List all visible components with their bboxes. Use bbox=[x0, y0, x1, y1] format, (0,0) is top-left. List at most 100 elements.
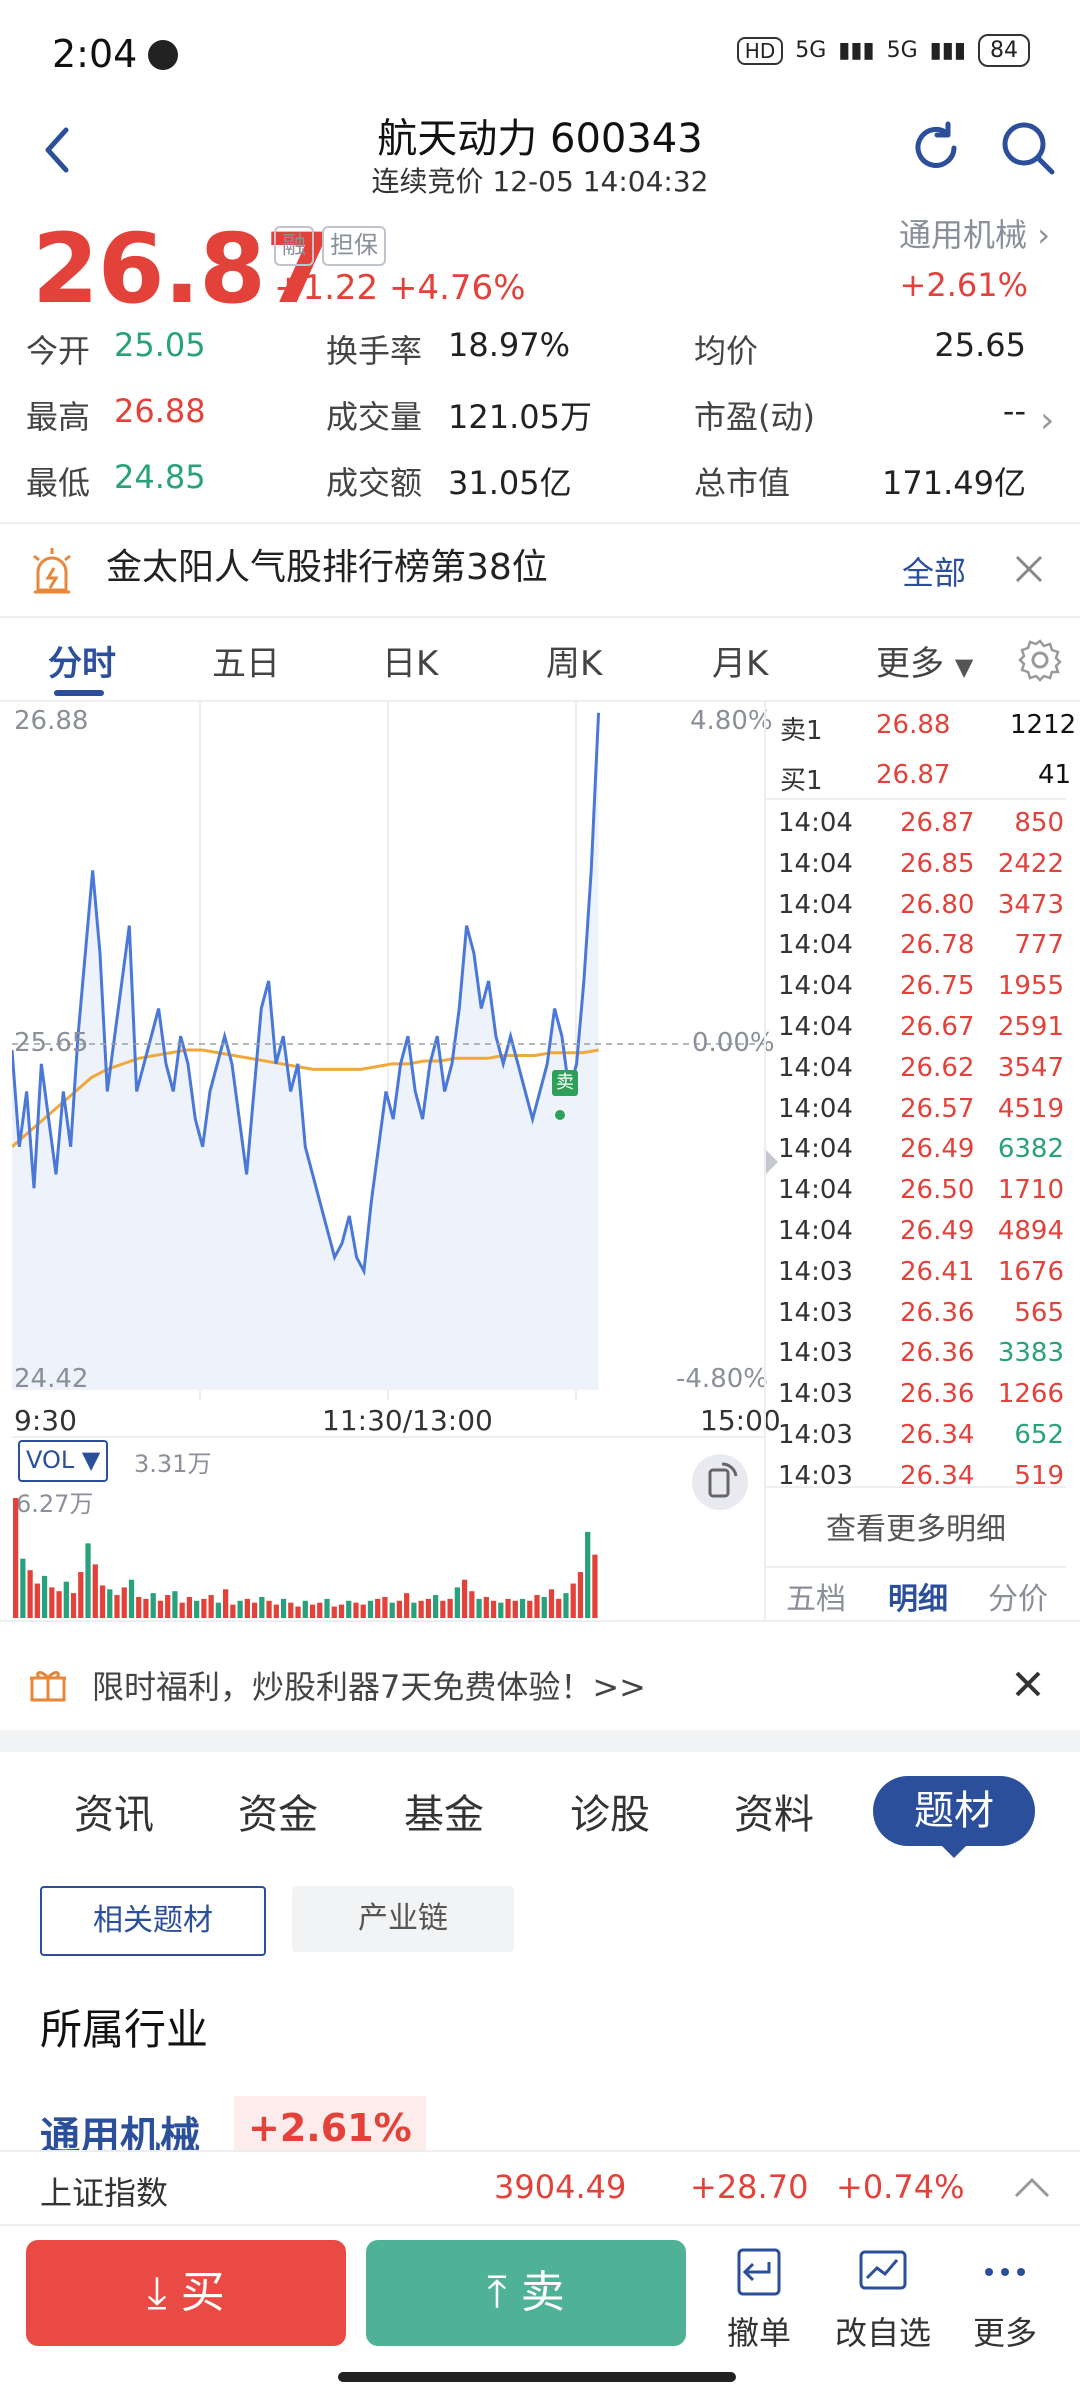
tab-price-distribution[interactable]: 分价 bbox=[988, 1574, 1048, 1618]
chevron-up-icon[interactable] bbox=[1012, 2174, 1052, 2200]
trade-time: 14:03 bbox=[778, 1420, 853, 1450]
intraday-price-chart[interactable] bbox=[12, 700, 764, 1400]
tab-capital[interactable]: 资金 bbox=[238, 1782, 318, 1840]
stat-value: 121.05万 bbox=[448, 398, 592, 436]
index-name: 上证指数 bbox=[40, 2174, 169, 2212]
trade-row: 14:04 26.50 1710 bbox=[778, 1169, 1064, 1210]
edit-watchlist-icon bbox=[859, 2250, 907, 2290]
panel-divider bbox=[764, 700, 766, 1620]
tab-more[interactable]: 更多 ▼ bbox=[876, 636, 973, 685]
cancel-order-button[interactable]: 撤单 bbox=[704, 2244, 814, 2354]
more-button[interactable]: 更多 bbox=[950, 2244, 1060, 2354]
industry-chain-chip[interactable]: 产业链 bbox=[292, 1886, 514, 1952]
close-promo-icon[interactable] bbox=[1014, 1670, 1042, 1698]
trade-row: 14:03 26.36 565 bbox=[778, 1292, 1064, 1333]
y-low-label: 24.42 bbox=[14, 1364, 89, 1394]
tab-monthly-k[interactable]: 月K bbox=[712, 636, 768, 685]
search-icon[interactable] bbox=[998, 118, 1058, 178]
settings-gear-icon[interactable] bbox=[1018, 638, 1062, 682]
volume-bar bbox=[585, 1531, 591, 1618]
status-icons: HD 5G ▮▮▮ 5G ▮▮▮ 84 bbox=[736, 34, 1030, 67]
tab-intraday[interactable]: 分时 bbox=[48, 636, 116, 685]
edit-watchlist-button[interactable]: 改自选 bbox=[828, 2244, 938, 2354]
volume-bar bbox=[280, 1598, 287, 1618]
volume-bar bbox=[194, 1600, 200, 1618]
banner-all-link[interactable]: 全部 bbox=[902, 548, 966, 594]
volume-bar bbox=[440, 1600, 446, 1618]
refresh-icon[interactable] bbox=[908, 120, 964, 176]
volume-bar bbox=[302, 1600, 308, 1618]
close-icon[interactable] bbox=[1014, 554, 1044, 584]
trade-time: 14:03 bbox=[778, 1297, 853, 1328]
index-pct: +0.74% bbox=[836, 2168, 965, 2206]
trade-time: 14:04 bbox=[778, 1012, 853, 1042]
price-change: +1.22 +4.76% bbox=[274, 268, 526, 308]
sell-button[interactable]: ⤒ 卖 bbox=[366, 2240, 686, 2346]
trade-time: 14:04 bbox=[778, 889, 853, 920]
price-area-fill bbox=[12, 712, 599, 1390]
volume-bar bbox=[346, 1600, 352, 1618]
trade-time: 14:04 bbox=[778, 1134, 853, 1165]
trade-price: 26.85 bbox=[900, 848, 975, 879]
volume-bar bbox=[483, 1596, 489, 1618]
trade-time: 14:04 bbox=[778, 971, 853, 1002]
tab-funds[interactable]: 基金 bbox=[404, 1782, 484, 1840]
promo-banner[interactable]: 限时福利，炒股利器7天免费体验！>> bbox=[0, 1640, 1080, 1740]
trade-row: 14:04 26.85 2422 bbox=[778, 843, 1064, 884]
gift-icon bbox=[30, 1671, 66, 1702]
stat-label: 市盈(动) bbox=[694, 398, 815, 436]
volume-bar bbox=[63, 1581, 69, 1618]
volume-bar bbox=[201, 1598, 207, 1618]
volume-bar bbox=[215, 1602, 222, 1618]
volume-bar bbox=[548, 1589, 555, 1618]
y-mid-label: 25.65 bbox=[14, 1028, 89, 1058]
trade-volume: 3473 bbox=[997, 889, 1064, 920]
trade-volume: 1676 bbox=[997, 1256, 1064, 1287]
tab-daily-k[interactable]: 日K bbox=[382, 636, 438, 685]
stat-label: 总市值 bbox=[694, 464, 791, 502]
trade-price: 26.62 bbox=[900, 1052, 975, 1083]
volume-bar bbox=[295, 1606, 301, 1618]
trade-time: 14:03 bbox=[778, 1338, 853, 1369]
ranking-banner[interactable]: 金太阳人气股排行榜第38位 全部 bbox=[0, 524, 1080, 618]
tab-more-label: 更多 bbox=[876, 644, 944, 684]
trade-row: 14:04 26.49 4894 bbox=[778, 1210, 1064, 1251]
tab-profile[interactable]: 资料 bbox=[734, 1782, 814, 1840]
expand-panel-icon[interactable] bbox=[764, 1148, 778, 1176]
trade-volume: 4519 bbox=[997, 1093, 1064, 1124]
edit-watchlist-label: 改自选 bbox=[834, 2314, 931, 2352]
related-themes-chip[interactable]: 相关题材 bbox=[40, 1886, 266, 1956]
tab-weekly-k[interactable]: 周K bbox=[546, 636, 602, 685]
tab-news[interactable]: 资讯 bbox=[74, 1782, 154, 1840]
volume-bar bbox=[534, 1595, 540, 1618]
more-dots-icon bbox=[985, 2268, 1025, 2276]
pct-high-label: 4.80% bbox=[690, 706, 773, 736]
volume-bar bbox=[577, 1572, 584, 1618]
trade-price: 26.36 bbox=[900, 1379, 975, 1410]
volume-bar bbox=[389, 1602, 395, 1618]
index-ticker[interactable]: 上证指数 3904.49 +28.70 +0.74% bbox=[0, 2150, 1080, 2226]
trade-time: 14:04 bbox=[778, 848, 853, 879]
signal-bars-icon-2: ▮▮▮ bbox=[929, 38, 966, 63]
volume-bar bbox=[411, 1602, 417, 1618]
buy-button[interactable]: ⤓ 买 bbox=[26, 2240, 346, 2346]
tab-themes[interactable]: 题材 bbox=[873, 1776, 1035, 1846]
tab-diagnosis[interactable]: 诊股 bbox=[570, 1782, 650, 1840]
tab-details[interactable]: 明细 bbox=[888, 1574, 948, 1618]
volume-bar bbox=[34, 1583, 40, 1618]
tab-five-day[interactable]: 五日 bbox=[212, 636, 280, 685]
industry-link[interactable]: 通用机械 › bbox=[899, 210, 1050, 256]
sell-marker[interactable]: 卖 bbox=[552, 1070, 578, 1096]
trade-volume: 2422 bbox=[997, 848, 1064, 879]
stats-chevron-icon[interactable]: › bbox=[1040, 400, 1054, 441]
trade-time: 14:04 bbox=[778, 930, 853, 961]
active-tab-pointer bbox=[940, 1844, 968, 1858]
trade-time: 14:04 bbox=[778, 1175, 853, 1206]
volume-bar bbox=[56, 1591, 62, 1618]
trade-volume: 777 bbox=[1014, 930, 1064, 961]
volume-bar bbox=[512, 1600, 518, 1618]
view-more-details-link[interactable]: 查看更多明细 bbox=[766, 1504, 1066, 1548]
tab-five-levels[interactable]: 五档 bbox=[786, 1574, 846, 1618]
trade-time: 14:03 bbox=[778, 1379, 853, 1410]
trade-row: 14:03 26.36 3383 bbox=[778, 1332, 1064, 1373]
